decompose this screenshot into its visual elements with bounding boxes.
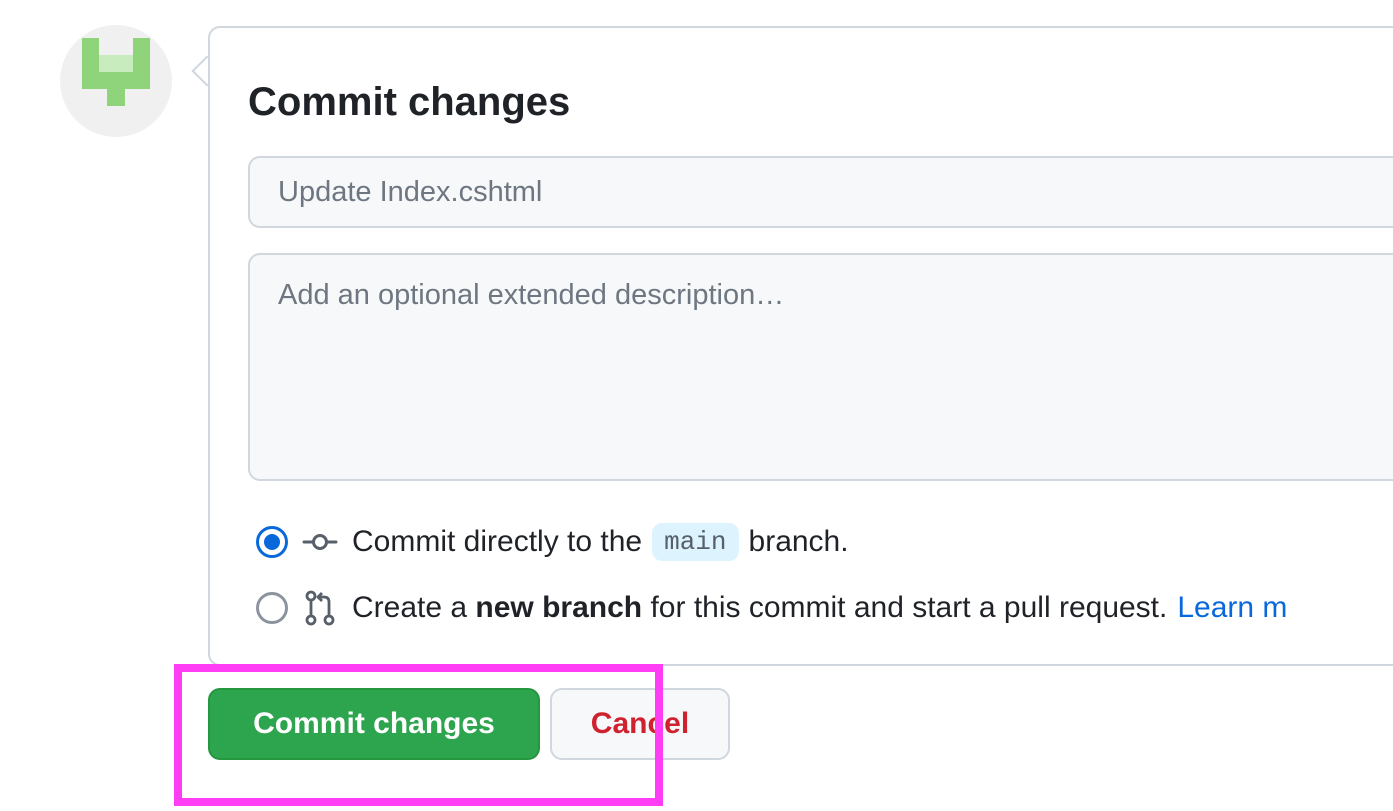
learn-more-link[interactable]: Learn m [1177,591,1287,625]
commit-description-textarea[interactable] [248,253,1393,481]
commit-direct-prefix: Commit directly to the [352,525,643,558]
new-branch-prefix: Create a [352,591,468,624]
commit-panel: Commit changes Commit directly to the ma… [208,26,1393,666]
option-new-branch[interactable]: Create a new branch for this commit and … [256,586,1287,630]
commit-direct-radio[interactable] [256,526,288,558]
new-branch-radio[interactable] [256,592,288,624]
avatar[interactable] [60,25,172,137]
commit-direct-suffix: branch. [748,525,849,558]
commit-changes-button[interactable]: Commit changes [208,688,540,760]
new-branch-bold: new branch [475,591,643,624]
new-branch-suffix: for this commit and start a pull request… [650,591,1168,624]
commit-summary-input[interactable] [248,156,1393,228]
cancel-button[interactable]: Cancel [550,688,730,760]
commit-title: Commit changes [248,80,571,124]
git-commit-icon [302,534,338,550]
option-commit-direct[interactable]: Commit directly to the main branch. [256,520,849,564]
git-pull-request-icon [305,590,335,626]
branch-name-badge: main [652,523,739,561]
identicon-icon [82,38,150,106]
